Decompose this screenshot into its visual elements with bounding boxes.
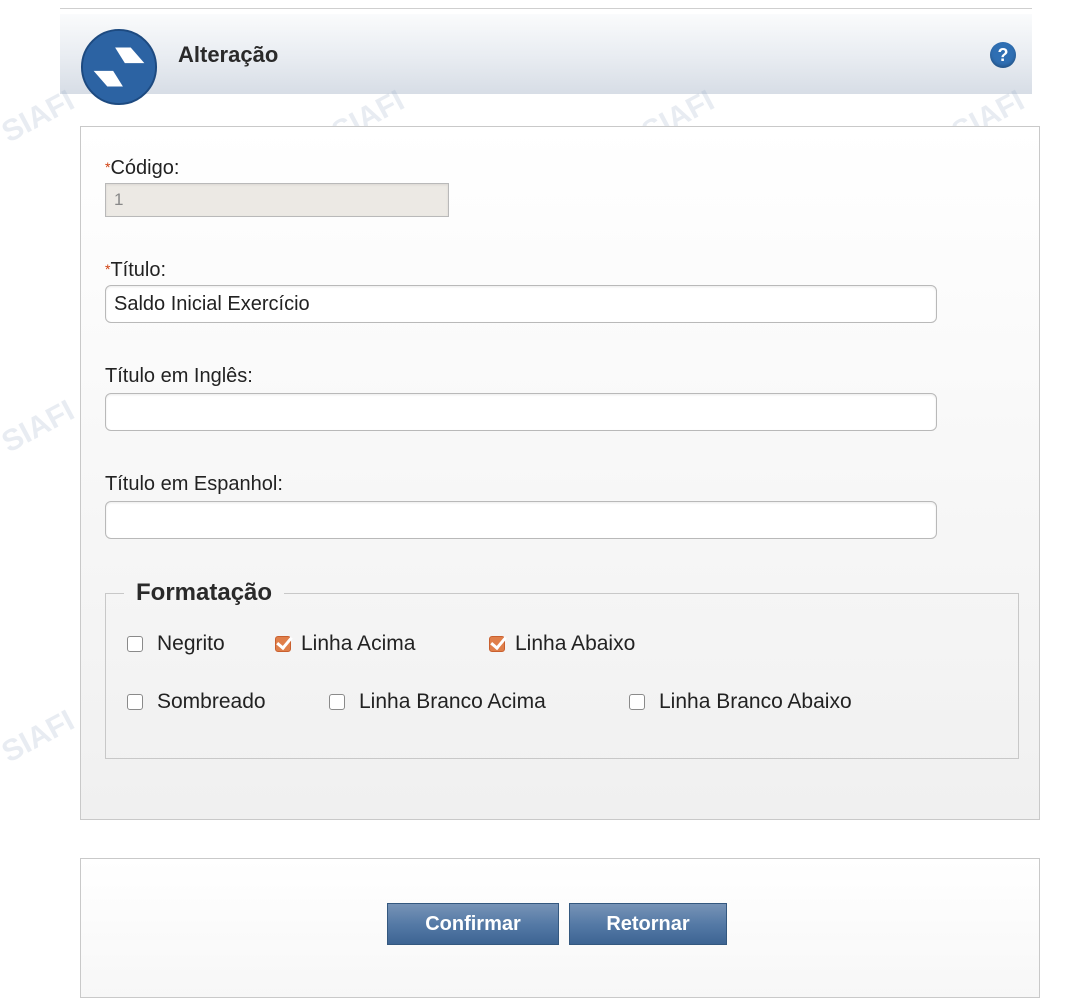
help-icon[interactable]: ? [990, 42, 1016, 68]
checkbox-linha-branco-acima-label: Linha Branco Acima [359, 690, 546, 713]
checkbox-sombreado-box[interactable] [127, 694, 143, 710]
required-mark: * [105, 159, 111, 175]
checkbox-negrito-box[interactable] [127, 636, 143, 652]
checkbox-linha-abaixo-label: Linha Abaixo [515, 632, 636, 655]
checkbox-linha-branco-acima[interactable]: Linha Branco Acima [329, 690, 546, 714]
checkbox-linha-acima-box[interactable] [275, 636, 291, 652]
checkbox-linha-branco-acima-box[interactable] [329, 694, 345, 710]
siafi-logo-icon [80, 28, 158, 106]
checkbox-linha-branco-abaixo-label: Linha Branco Abaixo [659, 690, 852, 713]
formatacao-fieldset: Formatação [105, 579, 1019, 759]
form-panel: *Código: *Título: Título em Inglês: Títu… [80, 126, 1040, 820]
button-panel: Confirmar Retornar [80, 858, 1040, 998]
titulo-label: *Título: [105, 259, 166, 282]
titulo-label-text: Título: [110, 259, 167, 281]
watermark: SIAFI [0, 703, 80, 770]
codigo-field [105, 183, 449, 217]
formatacao-legend: Formatação [136, 579, 273, 606]
checkbox-linha-branco-abaixo[interactable]: Linha Branco Abaixo [629, 690, 852, 714]
required-mark: * [105, 261, 111, 277]
checkbox-linha-acima[interactable]: Linha Acima [275, 632, 415, 656]
checkbox-negrito[interactable]: Negrito [127, 632, 225, 656]
watermark: SIAFI [0, 393, 80, 460]
top-divider [60, 8, 1032, 9]
checkbox-linha-branco-abaixo-box[interactable] [629, 694, 645, 710]
checkbox-sombreado-label: Sombreado [157, 690, 266, 713]
titulo-field[interactable] [105, 285, 937, 323]
titulo-ingles-field[interactable] [105, 393, 937, 431]
checkbox-sombreado[interactable]: Sombreado [127, 690, 266, 714]
confirm-button[interactable]: Confirmar [387, 903, 559, 945]
codigo-label-text: Código: [110, 157, 180, 179]
codigo-label: *Código: [105, 157, 179, 180]
checkbox-linha-acima-label: Linha Acima [301, 632, 416, 655]
checkbox-negrito-label: Negrito [157, 632, 225, 655]
titulo-ingles-label: Título em Inglês: [105, 365, 253, 387]
titulo-espanhol-label: Título em Espanhol: [105, 473, 283, 495]
checkbox-linha-abaixo[interactable]: Linha Abaixo [489, 632, 635, 656]
page-header: Alteração ? [60, 14, 1032, 106]
titulo-espanhol-field[interactable] [105, 501, 937, 539]
checkbox-linha-abaixo-box[interactable] [489, 636, 505, 652]
page-title: Alteração [178, 42, 279, 67]
return-button[interactable]: Retornar [569, 903, 727, 945]
